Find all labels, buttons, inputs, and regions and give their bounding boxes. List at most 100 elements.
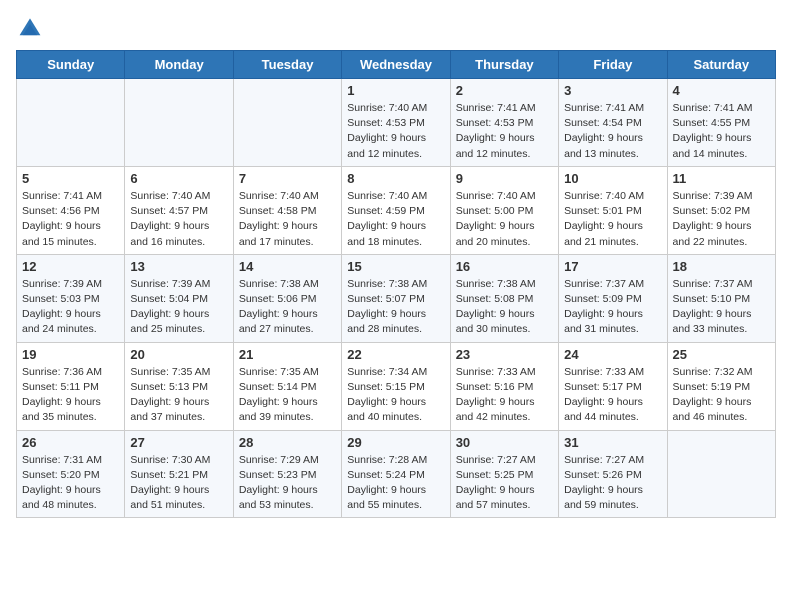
day-info: Sunrise: 7:41 AM Sunset: 4:56 PM Dayligh… (22, 189, 119, 250)
calendar-cell: 28 Sunrise: 7:29 AM Sunset: 5:23 PM Dayli… (233, 430, 341, 518)
day-number: 1 (347, 83, 444, 98)
day-number: 6 (130, 171, 227, 186)
day-info: Sunrise: 7:39 AM Sunset: 5:03 PM Dayligh… (22, 277, 119, 338)
calendar-cell: 8Sunrise: 7:40 AM Sunset: 4:59 PM Daylig… (342, 166, 450, 254)
calendar-cell: 31 Sunrise: 7:27 AM Sunset: 5:26 PM Dayli… (559, 430, 667, 518)
day-number: 11 (673, 171, 770, 186)
day-number: 16 (456, 259, 553, 274)
calendar-week-row: 12 Sunrise: 7:39 AM Sunset: 5:03 PM Dayli… (17, 254, 776, 342)
calendar-cell: 27 Sunrise: 7:30 AM Sunset: 5:21 PM Dayli… (125, 430, 233, 518)
day-number: 10 (564, 171, 661, 186)
day-number: 17 (564, 259, 661, 274)
day-number: 7 (239, 171, 336, 186)
calendar-cell: 12 Sunrise: 7:39 AM Sunset: 5:03 PM Dayli… (17, 254, 125, 342)
calendar-cell: 10Sunrise: 7:40 AM Sunset: 5:01 PM Dayli… (559, 166, 667, 254)
day-info: Sunrise: 7:27 AM Sunset: 5:25 PM Dayligh… (456, 453, 553, 514)
day-info: Sunrise: 7:37 AM Sunset: 5:09 PM Dayligh… (564, 277, 661, 338)
day-number: 5 (22, 171, 119, 186)
day-info: Sunrise: 7:34 AM Sunset: 5:15 PM Dayligh… (347, 365, 444, 426)
day-info: Sunrise: 7:39 AM Sunset: 5:04 PM Dayligh… (130, 277, 227, 338)
day-number: 12 (22, 259, 119, 274)
weekday-header-row: SundayMondayTuesdayWednesdayThursdayFrid… (17, 51, 776, 79)
calendar-cell: 19 Sunrise: 7:36 AM Sunset: 5:11 PM Dayli… (17, 342, 125, 430)
day-number: 14 (239, 259, 336, 274)
day-number: 8 (347, 171, 444, 186)
day-info: Sunrise: 7:40 AM Sunset: 4:57 PM Dayligh… (130, 189, 227, 250)
weekday-header: Thursday (450, 51, 558, 79)
calendar-cell: 29Sunrise: 7:28 AM Sunset: 5:24 PM Dayli… (342, 430, 450, 518)
day-info: Sunrise: 7:38 AM Sunset: 5:06 PM Dayligh… (239, 277, 336, 338)
day-info: Sunrise: 7:40 AM Sunset: 4:53 PM Dayligh… (347, 101, 444, 162)
day-number: 28 (239, 435, 336, 450)
day-info: Sunrise: 7:27 AM Sunset: 5:26 PM Dayligh… (564, 453, 661, 514)
weekday-header: Saturday (667, 51, 775, 79)
calendar-week-row: 26 Sunrise: 7:31 AM Sunset: 5:20 PM Dayli… (17, 430, 776, 518)
day-number: 21 (239, 347, 336, 362)
day-number: 19 (22, 347, 119, 362)
logo (16, 16, 42, 40)
day-number: 22 (347, 347, 444, 362)
day-number: 4 (673, 83, 770, 98)
calendar-cell: 15 Sunrise: 7:38 AM Sunset: 5:07 PM Dayli… (342, 254, 450, 342)
day-number: 25 (673, 347, 770, 362)
weekday-header: Friday (559, 51, 667, 79)
day-number: 2 (456, 83, 553, 98)
page-header (16, 16, 776, 40)
day-info: Sunrise: 7:37 AM Sunset: 5:10 PM Dayligh… (673, 277, 770, 338)
calendar-cell: 11 Sunrise: 7:39 AM Sunset: 5:02 PM Dayli… (667, 166, 775, 254)
day-info: Sunrise: 7:30 AM Sunset: 5:21 PM Dayligh… (130, 453, 227, 514)
calendar-table: SundayMondayTuesdayWednesdayThursdayFrid… (16, 50, 776, 518)
weekday-header: Sunday (17, 51, 125, 79)
calendar-cell: 23 Sunrise: 7:33 AM Sunset: 5:16 PM Dayli… (450, 342, 558, 430)
calendar-cell: 13Sunrise: 7:39 AM Sunset: 5:04 PM Dayli… (125, 254, 233, 342)
day-info: Sunrise: 7:35 AM Sunset: 5:14 PM Dayligh… (239, 365, 336, 426)
calendar-week-row: 1 Sunrise: 7:40 AM Sunset: 4:53 PM Daylig… (17, 79, 776, 167)
calendar-cell: 24 Sunrise: 7:33 AM Sunset: 5:17 PM Dayli… (559, 342, 667, 430)
day-info: Sunrise: 7:41 AM Sunset: 4:54 PM Dayligh… (564, 101, 661, 162)
day-info: Sunrise: 7:40 AM Sunset: 4:58 PM Dayligh… (239, 189, 336, 250)
weekday-header: Tuesday (233, 51, 341, 79)
calendar-cell: 17 Sunrise: 7:37 AM Sunset: 5:09 PM Dayli… (559, 254, 667, 342)
calendar-cell (667, 430, 775, 518)
day-info: Sunrise: 7:35 AM Sunset: 5:13 PM Dayligh… (130, 365, 227, 426)
calendar-cell: 3 Sunrise: 7:41 AM Sunset: 4:54 PM Daylig… (559, 79, 667, 167)
weekday-header: Monday (125, 51, 233, 79)
calendar-cell (233, 79, 341, 167)
day-info: Sunrise: 7:39 AM Sunset: 5:02 PM Dayligh… (673, 189, 770, 250)
day-info: Sunrise: 7:31 AM Sunset: 5:20 PM Dayligh… (22, 453, 119, 514)
day-number: 27 (130, 435, 227, 450)
calendar-cell: 21 Sunrise: 7:35 AM Sunset: 5:14 PM Dayli… (233, 342, 341, 430)
day-number: 24 (564, 347, 661, 362)
calendar-cell: 1 Sunrise: 7:40 AM Sunset: 4:53 PM Daylig… (342, 79, 450, 167)
calendar-cell: 18 Sunrise: 7:37 AM Sunset: 5:10 PM Dayli… (667, 254, 775, 342)
day-info: Sunrise: 7:33 AM Sunset: 5:17 PM Dayligh… (564, 365, 661, 426)
day-number: 3 (564, 83, 661, 98)
day-info: Sunrise: 7:36 AM Sunset: 5:11 PM Dayligh… (22, 365, 119, 426)
calendar-cell (17, 79, 125, 167)
day-info: Sunrise: 7:41 AM Sunset: 4:53 PM Dayligh… (456, 101, 553, 162)
calendar-week-row: 5 Sunrise: 7:41 AM Sunset: 4:56 PM Daylig… (17, 166, 776, 254)
day-number: 26 (22, 435, 119, 450)
calendar-cell (125, 79, 233, 167)
day-info: Sunrise: 7:33 AM Sunset: 5:16 PM Dayligh… (456, 365, 553, 426)
day-info: Sunrise: 7:38 AM Sunset: 5:07 PM Dayligh… (347, 277, 444, 338)
day-number: 30 (456, 435, 553, 450)
calendar-cell: 5 Sunrise: 7:41 AM Sunset: 4:56 PM Daylig… (17, 166, 125, 254)
weekday-header: Wednesday (342, 51, 450, 79)
day-number: 9 (456, 171, 553, 186)
day-number: 15 (347, 259, 444, 274)
calendar-cell: 2 Sunrise: 7:41 AM Sunset: 4:53 PM Daylig… (450, 79, 558, 167)
day-info: Sunrise: 7:41 AM Sunset: 4:55 PM Dayligh… (673, 101, 770, 162)
calendar-cell: 14 Sunrise: 7:38 AM Sunset: 5:06 PM Dayli… (233, 254, 341, 342)
calendar-cell: 25Sunrise: 7:32 AM Sunset: 5:19 PM Dayli… (667, 342, 775, 430)
day-number: 29 (347, 435, 444, 450)
day-info: Sunrise: 7:38 AM Sunset: 5:08 PM Dayligh… (456, 277, 553, 338)
day-number: 18 (673, 259, 770, 274)
calendar-cell: 22 Sunrise: 7:34 AM Sunset: 5:15 PM Dayli… (342, 342, 450, 430)
calendar-cell: 4 Sunrise: 7:41 AM Sunset: 4:55 PM Daylig… (667, 79, 775, 167)
day-info: Sunrise: 7:29 AM Sunset: 5:23 PM Dayligh… (239, 453, 336, 514)
calendar-cell: 16 Sunrise: 7:38 AM Sunset: 5:08 PM Dayli… (450, 254, 558, 342)
day-number: 23 (456, 347, 553, 362)
day-number: 31 (564, 435, 661, 450)
day-info: Sunrise: 7:40 AM Sunset: 5:00 PM Dayligh… (456, 189, 553, 250)
